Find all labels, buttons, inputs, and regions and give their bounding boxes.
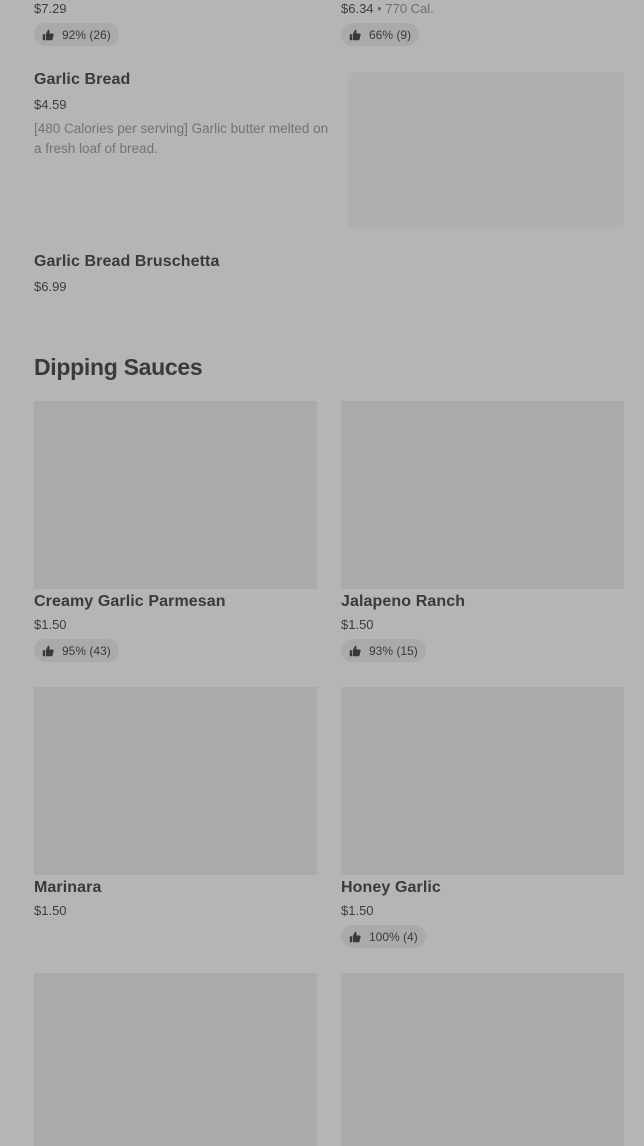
price-value: $6.34 [341, 1, 374, 16]
item-price: $6.34 • 770 Cal. [341, 1, 434, 16]
item-image [34, 687, 317, 875]
rating-text: 66% (9) [369, 27, 412, 42]
item-price: $7.29 [34, 1, 67, 16]
menu-item-bruschetta[interactable]: Garlic Bread Bruschetta $6.99 [34, 252, 624, 302]
menu-item-card[interactable]: Marinara $1.50 [34, 687, 317, 952]
item-image [34, 973, 317, 1146]
menu-item-garlic-bread[interactable]: Garlic Bread $4.59 [480 Calories per ser… [34, 70, 624, 230]
item-image [34, 401, 317, 589]
rating-text: 92% (26) [62, 27, 111, 42]
menu-item-card[interactable]: Creamy Garlic Parmesan $1.50 95% (43) [34, 401, 317, 666]
menu-item-card[interactable]: Jalapeno Ranch $1.50 93% (15) [341, 401, 624, 666]
thumbs-up-icon [349, 645, 361, 656]
item-price: $4.59 [34, 97, 67, 112]
item-name: Jalapeno Ranch [341, 593, 466, 610]
thumbs-up-icon [42, 645, 54, 656]
section-title: Dipping Sauces [34, 354, 203, 380]
thumbs-up-icon [349, 931, 361, 942]
item-price: $1.50 [341, 903, 374, 918]
menu-item-card[interactable] [34, 973, 317, 1146]
thumbs-up-icon [349, 29, 361, 40]
item-description: [480 Calories per serving] Garlic butter… [34, 121, 329, 156]
rating-badge: 92% (26) [34, 23, 119, 46]
item-name: Garlic Bread Bruschetta [34, 253, 220, 270]
rating-badge: 66% (9) [341, 23, 420, 46]
rating-badge: 93% (15) [341, 639, 426, 662]
item-name: Garlic Bread [34, 71, 131, 88]
rating-text: 95% (43) [62, 643, 111, 658]
item-image [341, 401, 624, 589]
menu-item-card[interactable]: Honey Garlic $1.50 100% (4) [341, 687, 624, 952]
rating-badge: 100% (4) [341, 925, 426, 948]
item-image [341, 973, 624, 1146]
item-name: Marinara [34, 879, 102, 896]
thumbs-up-icon [42, 29, 54, 40]
rating-badge: 95% (43) [34, 639, 119, 662]
item-price: $1.50 [34, 903, 67, 918]
item-price: $6.99 [34, 279, 67, 294]
item-image [348, 72, 624, 228]
item-price: $1.50 [34, 617, 67, 632]
calories: 770 Cal. [385, 1, 434, 16]
item-name: Creamy Garlic Parmesan [34, 593, 226, 610]
item-image [341, 687, 624, 875]
separator: • [377, 1, 382, 16]
item-price: $1.50 [341, 617, 374, 632]
menu-item-card[interactable] [341, 973, 624, 1146]
rating-text: 93% (15) [369, 643, 418, 658]
rating-text: 100% (4) [369, 929, 418, 944]
item-name: Honey Garlic [341, 879, 441, 896]
